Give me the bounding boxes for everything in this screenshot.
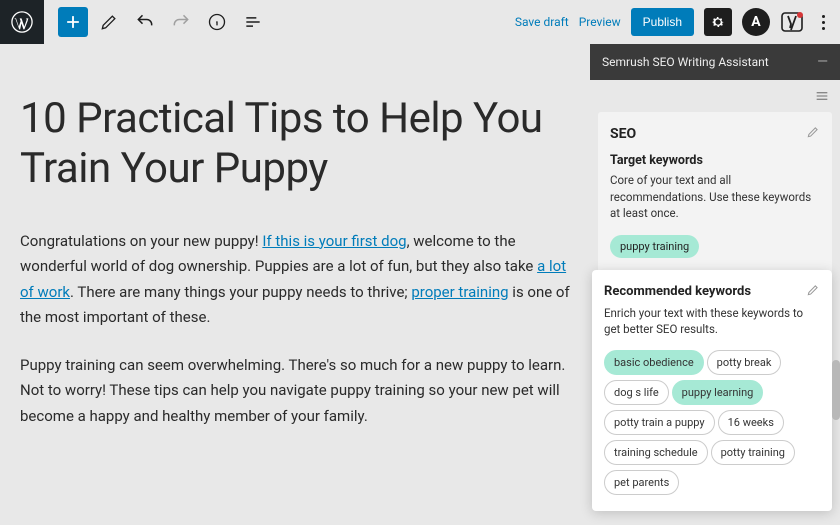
- top-toolbar: Save draft Preview Publish A: [0, 0, 840, 44]
- text: Congratulations on your new puppy!: [20, 232, 262, 250]
- editor-canvas: 10 Practical Tips to Help You Train Your…: [0, 44, 590, 525]
- seo-panel: SEO Target keywords Core of your text an…: [598, 112, 832, 274]
- paragraph-1[interactable]: Congratulations on your new puppy! If th…: [20, 229, 570, 331]
- paragraph-2[interactable]: Puppy training can seem overwhelming. Th…: [20, 353, 570, 430]
- edit-mode-button[interactable]: [94, 7, 124, 37]
- undo-button[interactable]: [130, 7, 160, 37]
- collapse-icon[interactable]: —: [817, 54, 828, 70]
- link-proper-training[interactable]: proper training: [411, 283, 508, 301]
- add-block-button[interactable]: [58, 7, 88, 37]
- recommended-chip-list: basic obediencepotty break dog s lifepupp…: [604, 347, 820, 497]
- redo-button[interactable]: [166, 7, 196, 37]
- recommended-chip[interactable]: 16 weeks: [718, 410, 784, 435]
- popup-title: Recommended keywords: [604, 284, 751, 299]
- edit-recommended-icon[interactable]: [806, 282, 820, 301]
- sidebar-menu-button[interactable]: [590, 80, 840, 112]
- more-options-button[interactable]: [814, 15, 832, 30]
- target-keywords-label: Target keywords: [610, 153, 820, 168]
- save-draft-link[interactable]: Save draft: [515, 15, 569, 29]
- post-body[interactable]: Congratulations on your new puppy! If th…: [20, 229, 570, 430]
- recommended-chip[interactable]: puppy learning: [672, 380, 764, 405]
- popup-desc: Enrich your text with these keywords to …: [604, 305, 820, 337]
- recommended-chip[interactable]: potty train a puppy: [604, 410, 715, 435]
- toolbar-right-group: Save draft Preview Publish A: [515, 8, 832, 36]
- sidebar-header[interactable]: Semrush SEO Writing Assistant —: [590, 44, 840, 80]
- recommended-chip[interactable]: potty break: [707, 350, 782, 375]
- yoast-icon[interactable]: [780, 10, 804, 34]
- toolbar-left-group: [58, 7, 268, 37]
- link-first-dog[interactable]: If this is your first dog: [262, 232, 406, 250]
- seo-panel-title: SEO: [610, 126, 636, 142]
- plugin-a-icon[interactable]: A: [742, 8, 770, 36]
- recommended-chip[interactable]: dog s life: [604, 380, 669, 405]
- recommended-keywords-popup: Recommended keywords Enrich your text wi…: [592, 270, 832, 511]
- wordpress-logo[interactable]: [0, 0, 44, 44]
- outline-button[interactable]: [238, 7, 268, 37]
- recommended-chip[interactable]: potty training: [711, 440, 795, 465]
- info-button[interactable]: [202, 7, 232, 37]
- recommended-chip[interactable]: pet parents: [604, 470, 679, 495]
- recommended-chip[interactable]: training schedule: [604, 440, 708, 465]
- sidebar-header-title: Semrush SEO Writing Assistant: [602, 55, 769, 69]
- recommended-chip[interactable]: basic obedience: [604, 350, 704, 375]
- publish-button[interactable]: Publish: [631, 8, 694, 36]
- target-keyword-chip[interactable]: puppy training: [610, 235, 699, 258]
- edit-seo-icon[interactable]: [806, 124, 820, 143]
- text: . There are many things your puppy needs…: [70, 283, 411, 301]
- preview-link[interactable]: Preview: [579, 15, 621, 29]
- target-keywords-desc: Core of your text and all recommendation…: [610, 172, 820, 222]
- post-title[interactable]: 10 Practical Tips to Help You Train Your…: [20, 94, 570, 195]
- settings-gear-button[interactable]: [704, 8, 732, 36]
- scrollbar-thumb[interactable]: [832, 360, 840, 420]
